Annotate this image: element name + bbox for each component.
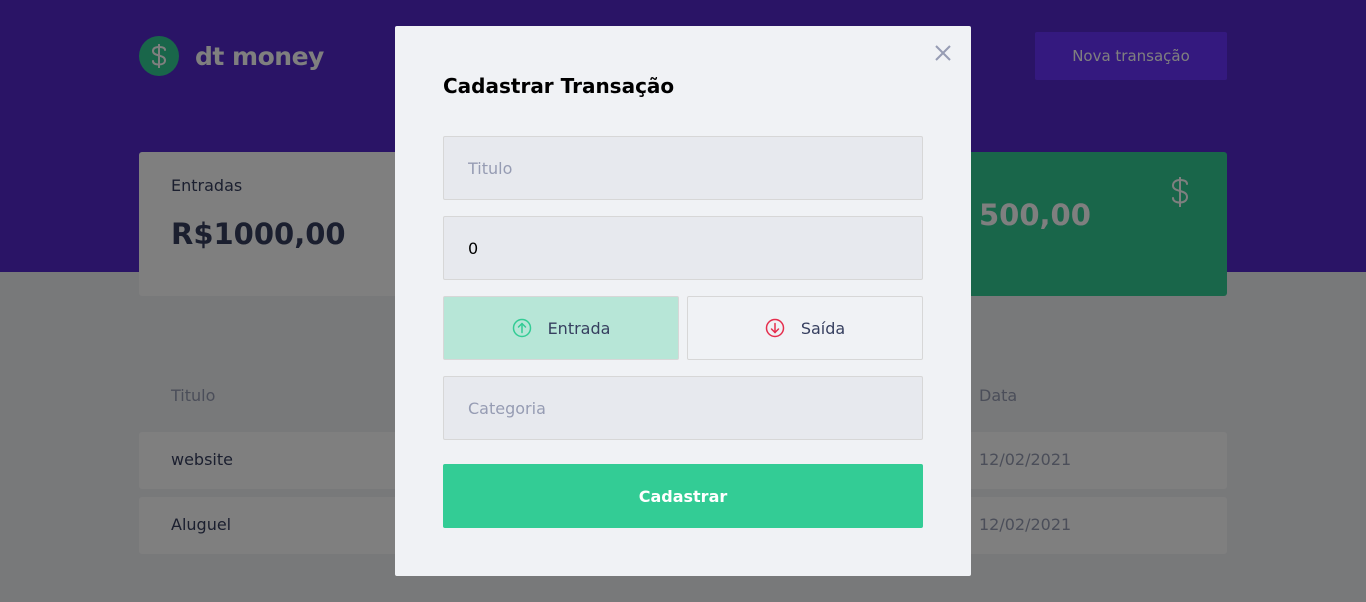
close-button[interactable] — [933, 44, 953, 64]
new-transaction-modal: Cadastrar Transação Entrada Saída Cadast… — [395, 26, 971, 576]
close-icon — [935, 44, 951, 61]
type-outcome-label: Saída — [800, 318, 846, 338]
type-income-label: Entrada — [547, 318, 611, 338]
arrow-up-circle-icon — [512, 318, 531, 338]
modal-title: Cadastrar Transação — [443, 74, 675, 98]
amount-input[interactable] — [443, 216, 923, 280]
arrow-down-circle-icon — [765, 318, 785, 338]
title-input[interactable] — [443, 136, 923, 200]
type-income-button[interactable]: Entrada — [443, 296, 679, 360]
category-input[interactable] — [443, 376, 923, 440]
type-outcome-button[interactable]: Saída — [687, 296, 923, 360]
submit-button[interactable]: Cadastrar — [443, 464, 923, 528]
